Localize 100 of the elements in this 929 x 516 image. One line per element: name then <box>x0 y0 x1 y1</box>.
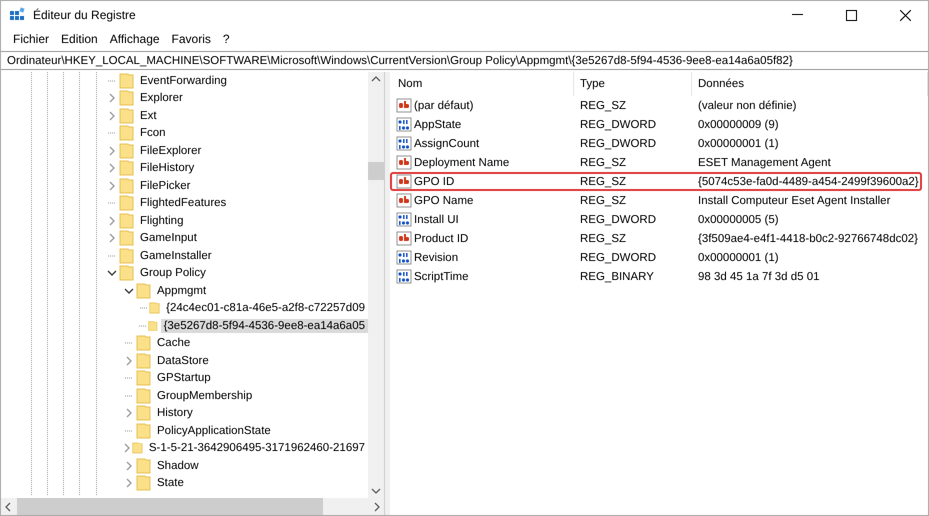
folder-icon <box>136 352 151 369</box>
chevron-right-icon[interactable] <box>108 233 116 244</box>
column-header[interactable]: Nom <box>392 72 574 96</box>
tree-item[interactable]: Explorer <box>137 91 186 106</box>
binary-value-icon <box>396 117 412 133</box>
tree-item[interactable]: Appmgmt <box>154 284 210 298</box>
chevron-left-icon[interactable] <box>5 502 11 512</box>
menu-item[interactable]: Edition <box>55 32 104 46</box>
chevron-right-icon[interactable] <box>125 408 133 418</box>
tree-item[interactable]: EventForwarding <box>137 74 230 88</box>
menu-item[interactable]: Affichage <box>104 32 166 46</box>
tree-item[interactable]: GameInstaller <box>137 248 215 263</box>
folder-icon <box>136 422 151 439</box>
value-name[interactable]: GPO ID <box>414 176 454 188</box>
chevron-right-icon[interactable] <box>125 478 133 488</box>
folder-icon <box>119 195 134 212</box>
chevron-right-icon[interactable] <box>108 110 116 121</box>
minimize-icon <box>792 14 802 16</box>
value-data: ESET Management Agent <box>697 157 832 169</box>
tree-item[interactable]: PolicyApplicationState <box>154 424 274 438</box>
tree-item[interactable]: FilePicker <box>137 178 194 193</box>
folder-icon <box>119 72 134 89</box>
horizontal-scrollbar[interactable] <box>1 498 384 515</box>
tree-item[interactable]: FileHistory <box>137 161 198 176</box>
tree-item[interactable]: State <box>154 476 187 490</box>
tree-item[interactable]: GroupMembership <box>154 388 256 403</box>
chevron-right-icon[interactable] <box>108 180 116 191</box>
value-name[interactable]: (par défaut) <box>414 100 474 112</box>
menu-item[interactable]: Favoris <box>166 32 217 46</box>
chevron-right-icon[interactable] <box>108 93 116 104</box>
value-name[interactable]: ScriptTime <box>414 271 469 283</box>
tree-item[interactable]: Flighting <box>137 214 186 228</box>
tree-item[interactable]: {3e5267d8-5f94-4536-9ee8-ea14a6a05 <box>160 318 368 333</box>
value-data: {3f509ae4-e4f1-4418-b0c2-92766748dc02} <box>697 233 919 245</box>
registry-icon <box>9 7 25 23</box>
folder-icon <box>136 405 151 422</box>
tree-item[interactable]: {24c4ec01-c81a-46e5-a2f8-c72257d09 <box>163 301 368 316</box>
menu-item[interactable]: ? <box>216 32 236 46</box>
tree-item[interactable]: FlightedFeatures <box>137 196 230 210</box>
tree-item[interactable]: Ext <box>137 108 160 123</box>
folder-icon <box>119 160 134 176</box>
folder-icon <box>119 142 134 159</box>
tree-item[interactable]: FileExplorer <box>137 144 204 158</box>
value-data: 0x00000001 (1) <box>697 252 780 264</box>
address-field[interactable]: Ordinateur\HKEY_LOCAL_MACHINE\SOFTWARE\Microsoft\Windows\CurrentVersion\Group Policy\Appmgmt\{3e5267d8-5f94-4536-9ee8-ea14a6a05f82} <box>1 51 928 70</box>
tree-item[interactable]: GPStartup <box>154 371 214 386</box>
tree-item[interactable]: S-1-5-21-3642906495-3171962460-21697 <box>146 441 368 456</box>
scrollbar-thumb[interactable] <box>17 498 323 515</box>
scrollbar-thumb[interactable] <box>368 162 384 180</box>
value-data: 0x00000005 (5) <box>697 214 780 226</box>
folder-icon <box>119 230 134 246</box>
window-title: Éditeur du Registre <box>33 8 137 22</box>
value-name[interactable]: Deployment Name <box>414 157 510 169</box>
folder-icon <box>136 458 151 474</box>
highlighted-row[interactable]: GPO ID REG_SZ {5074c53e-fa0d-4489-a454-2499f39600a2} <box>390 172 922 191</box>
tree-item[interactable]: Shadow <box>154 458 202 473</box>
vertical-scrollbar[interactable] <box>368 72 384 498</box>
value-type: REG_SZ <box>579 100 628 112</box>
value-name[interactable]: Revision <box>414 252 458 264</box>
chevron-right-icon[interactable] <box>125 460 133 471</box>
string-value-icon <box>396 98 412 114</box>
tree-item[interactable]: Cache <box>154 336 194 350</box>
value-name[interactable]: Product ID <box>414 233 468 245</box>
value-name[interactable]: Install UI <box>414 214 459 226</box>
chevron-down-icon[interactable] <box>371 488 381 494</box>
chevron-right-icon[interactable] <box>125 356 133 366</box>
column-header[interactable]: Données <box>692 72 928 96</box>
value-type: REG_BINARY <box>579 271 655 283</box>
folder-icon <box>132 440 143 456</box>
value-data: (valeur non définie) <box>697 100 798 112</box>
chevron-right-icon[interactable] <box>108 146 116 156</box>
chevron-right-icon[interactable] <box>374 502 380 512</box>
folder-icon <box>136 335 151 352</box>
chevron-up-icon[interactable] <box>371 76 381 82</box>
column-header[interactable]: Type <box>574 72 692 96</box>
chevron-right-icon[interactable] <box>123 443 132 454</box>
folder-icon <box>119 125 134 142</box>
string-value-icon <box>396 193 412 209</box>
value-data: Install Computeur Eset Agent Installer <box>697 195 892 207</box>
folder-icon <box>119 265 134 282</box>
chevron-down-icon[interactable] <box>107 269 117 278</box>
value-name[interactable]: GPO Name <box>414 195 474 207</box>
value-name[interactable]: AssignCount <box>414 138 480 150</box>
binary-value-icon <box>396 269 412 285</box>
menu-item[interactable]: Fichier <box>7 32 56 46</box>
binary-value-icon <box>396 250 412 266</box>
chevron-right-icon[interactable] <box>108 163 116 174</box>
tree-item[interactable]: History <box>154 406 196 420</box>
tree-item[interactable]: GameInput <box>137 231 200 246</box>
value-name[interactable]: AppState <box>414 119 462 131</box>
tree-item[interactable]: Fcon <box>137 126 169 140</box>
chevron-down-icon[interactable] <box>124 286 134 295</box>
binary-value-icon <box>396 136 412 152</box>
value-type: REG_SZ <box>579 157 628 169</box>
chevron-right-icon[interactable] <box>108 216 116 226</box>
string-value-icon <box>396 174 412 190</box>
value-data: 0x00000009 (9) <box>697 119 780 131</box>
tree-item[interactable]: Group Policy <box>137 266 209 280</box>
tree-item[interactable]: DataStore <box>154 354 212 368</box>
folder-icon <box>119 212 134 229</box>
